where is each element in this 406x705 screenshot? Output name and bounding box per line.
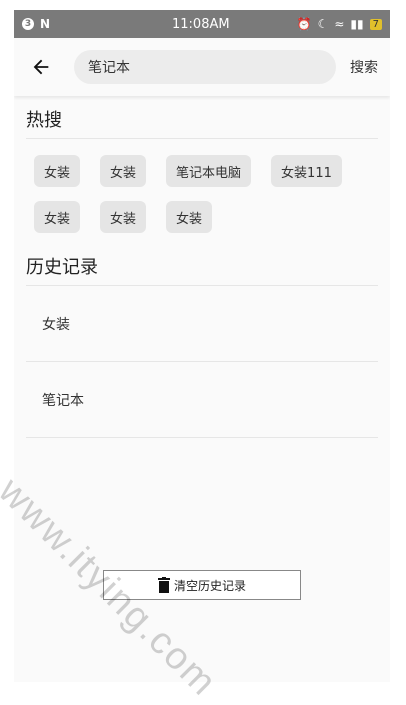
wifi-icon: ≈ [334, 17, 345, 31]
alarm-icon: ⏰ [296, 17, 312, 31]
hot-tag[interactable]: 女装 [166, 201, 213, 233]
status-bar: 3 N 11:08AM ⏰ ☾ ≈ ▮▮ 7 [14, 10, 390, 38]
history-item[interactable]: 女装 [14, 286, 390, 361]
status-time: 11:08AM [172, 16, 230, 32]
status-left: 3 N [22, 17, 172, 31]
hot-tag[interactable]: 女装 [100, 155, 147, 187]
hot-search-tags: 女装 女装 笔记本电脑 女装111 女装 女装 女装 [14, 139, 390, 243]
history-title: 历史记录 [26, 257, 98, 278]
hot-tag[interactable]: 女装 [34, 201, 81, 233]
moon-icon: ☾ [317, 17, 329, 31]
phone-screen: 3 N 11:08AM ⏰ ☾ ≈ ▮▮ 7 笔记本 搜索 热搜 女装 女装 笔… [14, 10, 390, 682]
search-button[interactable]: 搜索 [350, 57, 378, 77]
hot-tag[interactable]: 笔记本电脑 [166, 155, 252, 187]
divider [26, 437, 378, 438]
hot-tag[interactable]: 女装 [34, 155, 81, 187]
back-arrow-icon [33, 59, 49, 75]
battery-icon: 7 [369, 18, 382, 30]
notification-icon: 3 [22, 18, 34, 30]
back-button[interactable] [26, 52, 56, 82]
n-icon: N [40, 17, 51, 31]
clear-history-label: 清空历史记录 [173, 578, 246, 593]
clear-history-wrap: 清空历史记录 [14, 570, 390, 600]
signal-icon: ▮▮ [350, 17, 364, 31]
status-icons: ⏰ ☾ ≈ ▮▮ 7 [297, 17, 382, 31]
clear-history-button[interactable]: 清空历史记录 [103, 570, 301, 600]
search-input[interactable]: 笔记本 [74, 50, 336, 84]
hot-tag[interactable]: 女装111 [271, 155, 342, 187]
hot-tag[interactable]: 女装 [100, 201, 147, 233]
trash-icon [157, 577, 170, 593]
search-input-value: 笔记本 [88, 60, 130, 76]
app-bar: 笔记本 搜索 [14, 38, 390, 96]
hot-search-title: 热搜 [26, 110, 62, 131]
history-item[interactable]: 笔记本 [14, 362, 390, 437]
